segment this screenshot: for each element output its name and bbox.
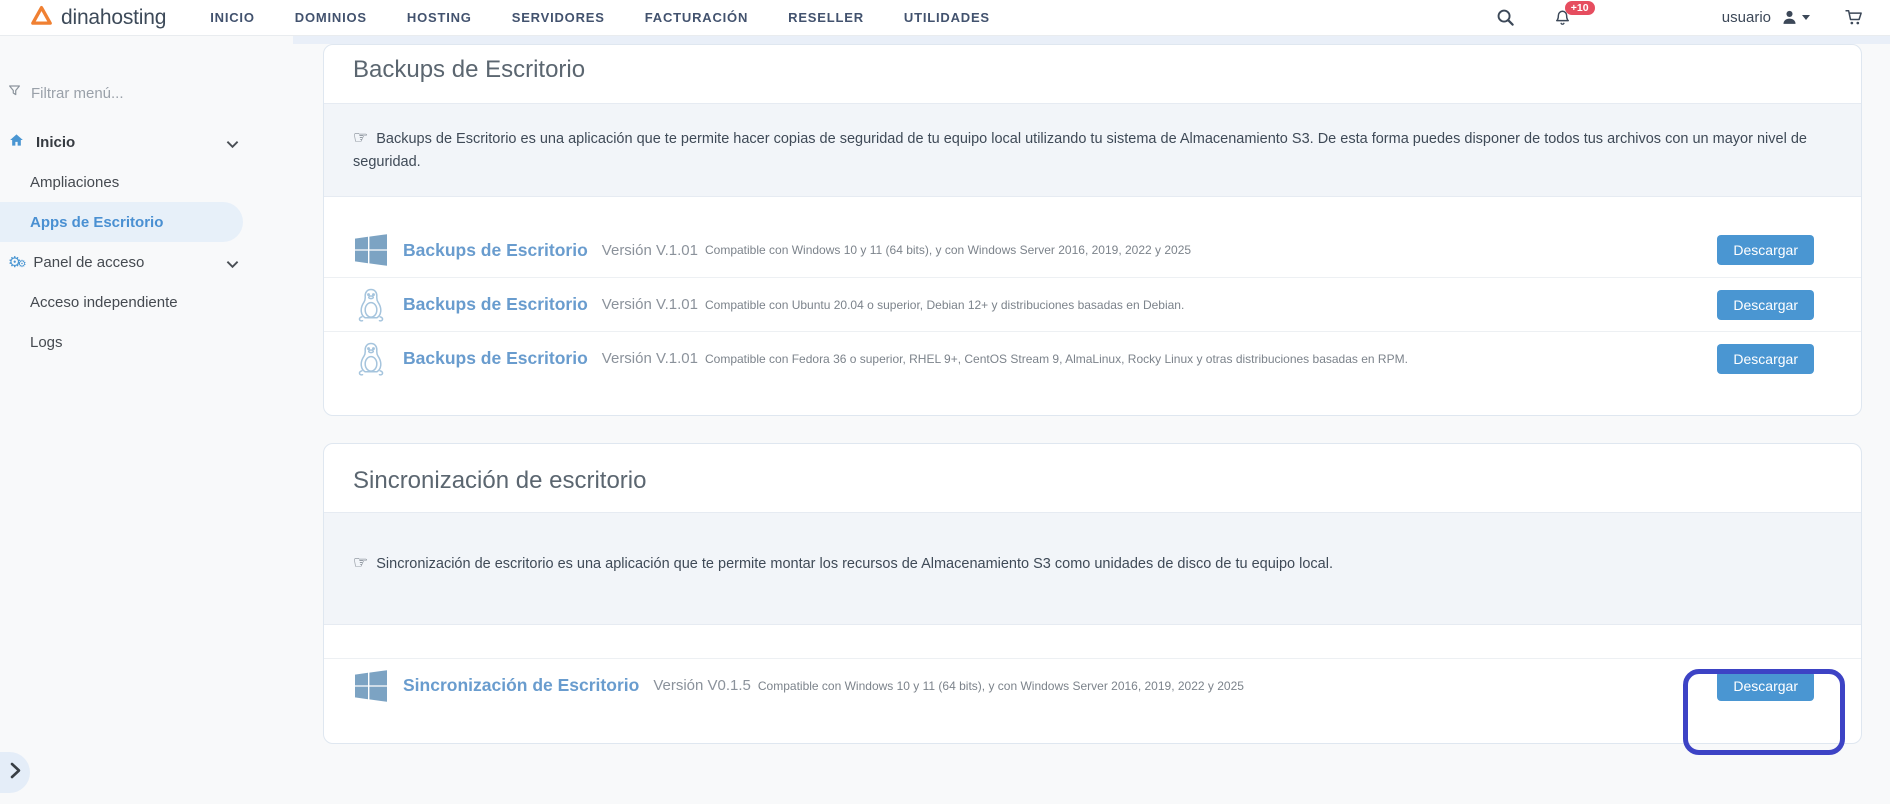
filter-funnel-icon — [8, 84, 21, 102]
descargar-button[interactable]: Descargar — [1717, 290, 1814, 320]
chevron-right-icon — [10, 762, 21, 784]
compatibility-label: Compatible con Fedora 36 o superior, RHE… — [705, 352, 1408, 366]
compatibility-label: Compatible con Ubuntu 20.04 o superior, … — [705, 298, 1184, 312]
download-row-windows: Backups de Escritorio Versión V.1.01 Com… — [324, 223, 1861, 277]
sidebar-filter[interactable] — [0, 78, 293, 108]
windows-icon — [353, 670, 389, 702]
version-label: Versión V.1.01 — [602, 242, 698, 259]
sidebar: Inicio Ampliaciones Apps de Escritorio ⚙… — [0, 36, 293, 804]
backups-description-band: ☞Backups de Escritorio es una aplicación… — [324, 103, 1861, 197]
brand-name: dinahosting — [61, 6, 166, 30]
main-nav: INICIO DOMINIOS HOSTING SERVIDORES FACTU… — [210, 10, 990, 25]
sidebar-item-ampliaciones[interactable]: Ampliaciones — [0, 162, 293, 202]
linux-tux-icon — [353, 340, 389, 378]
sidebar-item-label: Panel de acceso — [33, 254, 144, 271]
sidebar-item-inicio[interactable]: Inicio — [0, 122, 293, 162]
sidebar-item-label: Acceso independiente — [30, 294, 178, 311]
section-title: Sincronización de escritorio — [353, 462, 1832, 500]
compatibility-label: Compatible con Windows 10 y 11 (64 bits)… — [758, 679, 1244, 693]
nav-servidores[interactable]: SERVIDORES — [512, 10, 605, 25]
home-icon — [8, 132, 25, 152]
compatibility-label: Compatible con Windows 10 y 11 (64 bits)… — [705, 243, 1191, 257]
top-navigation-bar: dinahosting INICIO DOMINIOS HOSTING SERV… — [0, 0, 1890, 36]
download-row-windows-sync: Sincronización de Escritorio Versión V0.… — [324, 658, 1861, 712]
hand-pointing-icon: ☞ — [353, 553, 368, 572]
descargar-button[interactable]: Descargar — [1717, 235, 1814, 265]
notifications-bell-icon[interactable]: +10 — [1553, 8, 1572, 28]
chevron-down-icon[interactable] — [226, 256, 239, 273]
version-label: Versión V0.1.5 — [653, 677, 751, 694]
descargar-button-highlighted[interactable]: Descargar — [1717, 671, 1814, 701]
sidebar-item-apps-de-escritorio[interactable]: Apps de Escritorio — [0, 202, 243, 242]
dinahosting-triangle-icon — [30, 5, 53, 31]
chevron-down-icon — [1802, 15, 1810, 20]
sincronizacion-description: Sincronización de escritorio es una apli… — [376, 556, 1333, 572]
page-title: Backups de Escritorio — [353, 51, 1832, 89]
brand-logo[interactable]: dinahosting — [30, 5, 166, 31]
sidebar-item-label: Apps de Escritorio — [30, 214, 163, 231]
sidebar-item-label: Logs — [30, 334, 63, 351]
sidebar-item-acceso-independiente[interactable]: Acceso independiente — [0, 282, 293, 322]
username-label[interactable]: usuario — [1722, 9, 1771, 26]
sidebar-item-panel-de-acceso[interactable]: ⚙⚙ Panel de acceso — [0, 242, 293, 282]
app-download-link[interactable]: Backups de Escritorio — [403, 294, 588, 315]
sincronizacion-description-band: ☞ Sincronización de escritorio es una apl… — [324, 512, 1861, 625]
download-row-linux-deb: Backups de Escritorio Versión V.1.01 Com… — [324, 277, 1861, 331]
windows-icon — [353, 234, 389, 266]
backups-card: Backups de Escritorio ☞Backups de Escrit… — [323, 44, 1862, 416]
descargar-button[interactable]: Descargar — [1717, 344, 1814, 374]
sidebar-item-label: Ampliaciones — [30, 174, 119, 191]
search-icon[interactable] — [1496, 8, 1515, 27]
filter-menu-input[interactable] — [31, 85, 231, 102]
nav-facturacion[interactable]: FACTURACIÓN — [645, 10, 748, 25]
chevron-down-icon[interactable] — [226, 136, 239, 153]
sidebar-item-label: Inicio — [36, 134, 75, 151]
app-download-link[interactable]: Sincronización de Escritorio — [403, 675, 639, 696]
gears-icon: ⚙⚙ — [8, 255, 22, 270]
hand-pointing-icon: ☞ — [353, 128, 368, 147]
nav-hosting[interactable]: HOSTING — [407, 10, 472, 25]
user-account-icon[interactable] — [1781, 9, 1810, 26]
backups-description: Backups de Escritorio es una aplicación … — [353, 131, 1807, 170]
version-label: Versión V.1.01 — [602, 350, 698, 367]
app-download-link[interactable]: Backups de Escritorio — [403, 240, 588, 261]
app-download-link[interactable]: Backups de Escritorio — [403, 348, 588, 369]
nav-utilidades[interactable]: UTILIDADES — [904, 10, 990, 25]
linux-tux-icon — [353, 286, 389, 324]
nav-reseller[interactable]: RESELLER — [788, 10, 864, 25]
notification-count-badge: +10 — [1565, 1, 1595, 16]
cart-icon[interactable] — [1844, 8, 1864, 27]
nav-inicio[interactable]: INICIO — [210, 10, 255, 25]
download-row-linux-rpm: Backups de Escritorio Versión V.1.01 Com… — [324, 331, 1861, 385]
version-label: Versión V.1.01 — [602, 296, 698, 313]
main-content: Backups de Escritorio ☞Backups de Escrit… — [293, 36, 1890, 804]
topbar-right-group: +10 usuario — [1496, 8, 1864, 28]
page-top-strip — [293, 36, 1890, 44]
sidebar-item-logs[interactable]: Logs — [0, 322, 293, 362]
sincronizacion-card: Sincronización de escritorio ☞ Sincroniza… — [323, 443, 1862, 744]
nav-dominios[interactable]: DOMINIOS — [295, 10, 367, 25]
